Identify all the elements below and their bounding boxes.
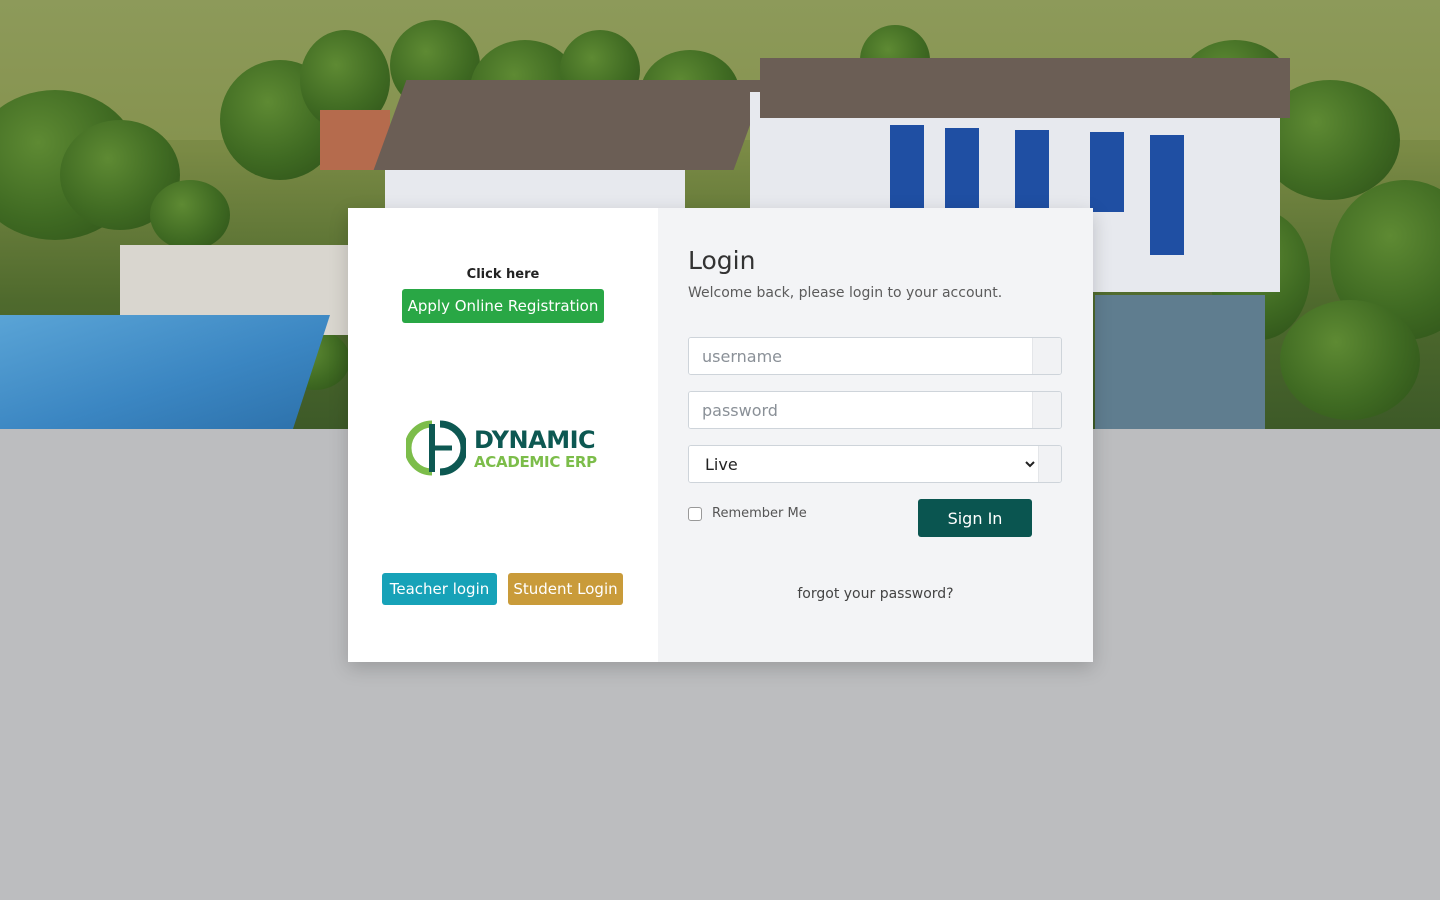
password-field (688, 391, 1062, 429)
login-subtitle: Welcome back, please login to your accou… (688, 285, 1003, 301)
remember-me-checkbox[interactable] (688, 506, 702, 521)
login-card: Click here Apply Online Registration DYN… (348, 208, 1093, 662)
password-input[interactable] (689, 392, 1032, 428)
logo-subtitle: ACADEMIC ERP (474, 453, 597, 471)
registration-panel: Click here Apply Online Registration DYN… (348, 208, 658, 662)
username-input[interactable] (689, 338, 1032, 374)
logo-mark-icon (404, 420, 468, 476)
environment-addon (1038, 446, 1061, 482)
login-form-panel: Login Welcome back, please login to your… (658, 208, 1093, 662)
password-addon (1032, 392, 1061, 428)
environment-field: Live (688, 445, 1062, 483)
click-here-label: Click here (466, 267, 540, 282)
remember-me[interactable]: Remember Me (688, 506, 807, 521)
username-addon (1032, 338, 1061, 374)
username-field (688, 337, 1062, 375)
remember-me-label: Remember Me (712, 506, 807, 521)
login-title: Login (688, 246, 756, 275)
apply-online-registration-button[interactable]: Apply Online Registration (402, 289, 604, 323)
sign-in-button[interactable]: Sign In (918, 499, 1032, 537)
dynamic-academic-erp-logo: DYNAMIC ACADEMIC ERP (404, 418, 602, 478)
forgot-password-link[interactable]: forgot your password? (658, 586, 1093, 602)
environment-select[interactable]: Live (689, 446, 1038, 482)
logo-title: DYNAMIC (474, 426, 596, 454)
teacher-login-button[interactable]: Teacher login (382, 573, 497, 605)
student-login-button[interactable]: Student Login (508, 573, 623, 605)
